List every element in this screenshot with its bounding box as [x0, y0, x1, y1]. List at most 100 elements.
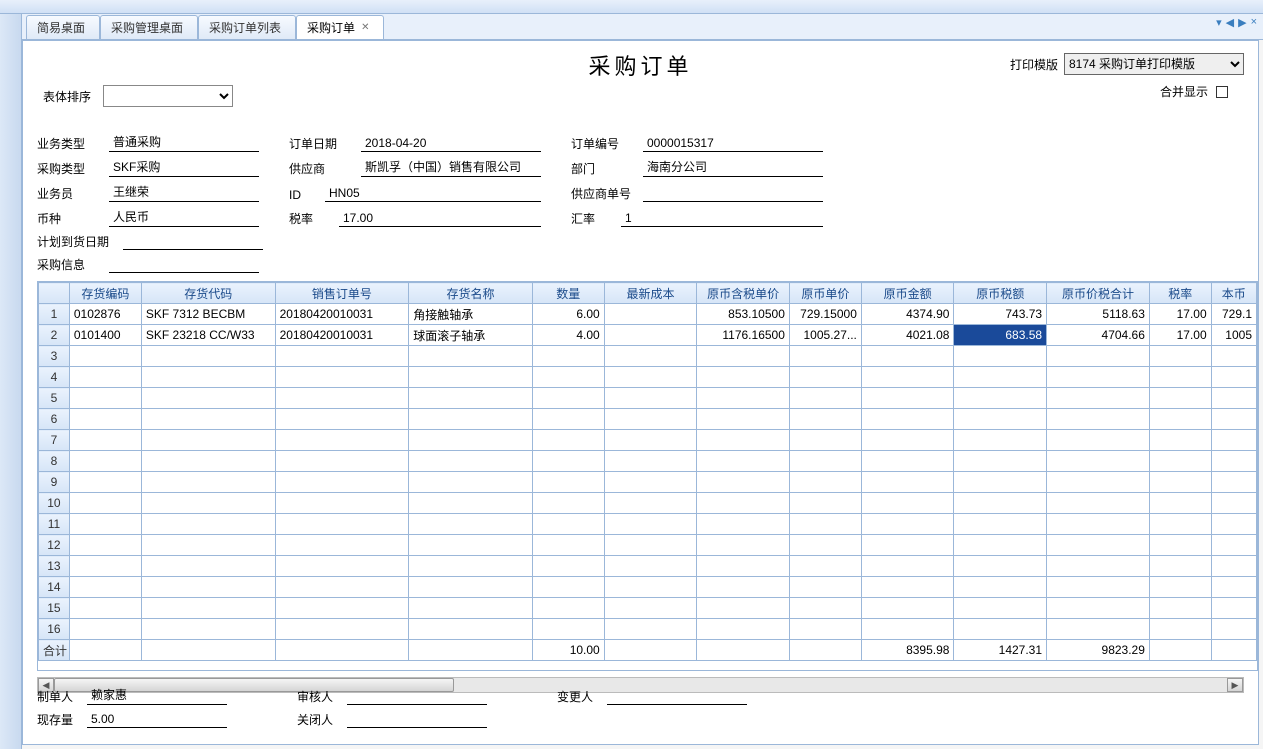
- cell[interactable]: [789, 535, 861, 556]
- cell[interactable]: [275, 514, 409, 535]
- cell[interactable]: [697, 619, 790, 640]
- cell[interactable]: [954, 514, 1047, 535]
- cell[interactable]: [1211, 493, 1256, 514]
- cell[interactable]: [697, 556, 790, 577]
- field-salesperson[interactable]: 王继荣: [109, 183, 259, 202]
- column-header[interactable]: [39, 283, 70, 304]
- cell[interactable]: 1005: [1211, 325, 1256, 346]
- cell[interactable]: 853.10500: [697, 304, 790, 325]
- cell[interactable]: [789, 472, 861, 493]
- cell[interactable]: [275, 409, 409, 430]
- cell[interactable]: [954, 388, 1047, 409]
- cell[interactable]: [697, 409, 790, 430]
- cell[interactable]: [1047, 556, 1150, 577]
- field-business-type[interactable]: 普通采购: [109, 133, 259, 152]
- cell[interactable]: 0102876: [69, 304, 141, 325]
- cell[interactable]: 15: [39, 598, 70, 619]
- cell[interactable]: [1149, 388, 1211, 409]
- tab-order-list[interactable]: 采购订单列表: [198, 15, 296, 39]
- cell[interactable]: [409, 472, 532, 493]
- cell[interactable]: [141, 367, 275, 388]
- cell[interactable]: [1149, 430, 1211, 451]
- cell[interactable]: [1149, 451, 1211, 472]
- cell[interactable]: [532, 409, 604, 430]
- cell[interactable]: [861, 451, 954, 472]
- cell[interactable]: [789, 409, 861, 430]
- cell[interactable]: [141, 556, 275, 577]
- cell[interactable]: [409, 556, 532, 577]
- column-header[interactable]: 最新成本: [604, 283, 697, 304]
- cell[interactable]: [275, 619, 409, 640]
- cell[interactable]: 12: [39, 535, 70, 556]
- cell[interactable]: [532, 598, 604, 619]
- cell[interactable]: 4: [39, 367, 70, 388]
- tab-simple-desktop[interactable]: 简易桌面: [26, 15, 100, 39]
- cell[interactable]: [861, 346, 954, 367]
- cell[interactable]: [409, 388, 532, 409]
- cell[interactable]: [141, 619, 275, 640]
- cell[interactable]: [409, 367, 532, 388]
- cell[interactable]: [69, 556, 141, 577]
- cell[interactable]: SKF 7312 BECBM: [141, 304, 275, 325]
- close-icon[interactable]: ✕: [361, 22, 369, 33]
- cell[interactable]: [697, 514, 790, 535]
- cell[interactable]: [1211, 346, 1256, 367]
- column-header[interactable]: 销售订单号: [275, 283, 409, 304]
- cell[interactable]: [1047, 451, 1150, 472]
- cell[interactable]: [1211, 556, 1256, 577]
- cell[interactable]: 6: [39, 409, 70, 430]
- field-purchase-info[interactable]: [109, 257, 259, 273]
- cell[interactable]: [69, 535, 141, 556]
- cell[interactable]: [69, 619, 141, 640]
- cell[interactable]: [861, 577, 954, 598]
- cell[interactable]: [604, 430, 697, 451]
- cell[interactable]: 20180420010031: [275, 304, 409, 325]
- cell[interactable]: [1211, 388, 1256, 409]
- cell[interactable]: [697, 346, 790, 367]
- cell[interactable]: [1047, 598, 1150, 619]
- cell[interactable]: [789, 598, 861, 619]
- cell[interactable]: [275, 430, 409, 451]
- cell[interactable]: [1047, 367, 1150, 388]
- cell[interactable]: [532, 472, 604, 493]
- cell[interactable]: 729.1: [1211, 304, 1256, 325]
- cell[interactable]: [697, 472, 790, 493]
- cell[interactable]: 743.73: [954, 304, 1047, 325]
- cell[interactable]: [954, 430, 1047, 451]
- cell[interactable]: [532, 514, 604, 535]
- cell[interactable]: [1211, 430, 1256, 451]
- cell[interactable]: [532, 430, 604, 451]
- cell[interactable]: [789, 556, 861, 577]
- cell[interactable]: [697, 367, 790, 388]
- cell[interactable]: [1047, 535, 1150, 556]
- cell[interactable]: [697, 598, 790, 619]
- cell[interactable]: [1047, 619, 1150, 640]
- cell[interactable]: [141, 598, 275, 619]
- cell[interactable]: [1211, 514, 1256, 535]
- cell[interactable]: [1211, 472, 1256, 493]
- cell[interactable]: [861, 472, 954, 493]
- cell[interactable]: 10: [39, 493, 70, 514]
- cell[interactable]: [604, 409, 697, 430]
- cell[interactable]: [409, 346, 532, 367]
- cell[interactable]: [861, 367, 954, 388]
- cell[interactable]: [1149, 535, 1211, 556]
- cell[interactable]: [861, 388, 954, 409]
- cell[interactable]: [275, 556, 409, 577]
- cell[interactable]: [532, 346, 604, 367]
- cell[interactable]: [409, 493, 532, 514]
- cell[interactable]: 球面滚子轴承: [409, 325, 532, 346]
- cell[interactable]: [1149, 577, 1211, 598]
- cell[interactable]: [789, 388, 861, 409]
- cell[interactable]: [1211, 367, 1256, 388]
- cell[interactable]: 729.15000: [789, 304, 861, 325]
- field-order-date[interactable]: 2018-04-20: [361, 136, 541, 152]
- cell[interactable]: [954, 577, 1047, 598]
- nav-prev-icon[interactable]: ◀: [1226, 16, 1234, 29]
- field-supplier-order-no[interactable]: [643, 186, 823, 202]
- cell[interactable]: [1149, 556, 1211, 577]
- cell[interactable]: 4021.08: [861, 325, 954, 346]
- cell[interactable]: 13: [39, 556, 70, 577]
- field-tax-rate[interactable]: 17.00: [339, 211, 541, 227]
- cell[interactable]: 1: [39, 304, 70, 325]
